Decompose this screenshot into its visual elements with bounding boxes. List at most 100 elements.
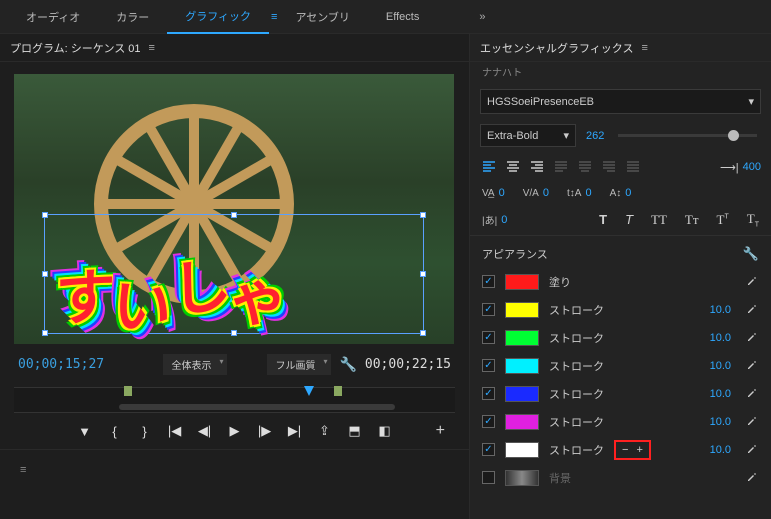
slider-knob[interactable] bbox=[728, 130, 739, 141]
go-to-out-button[interactable]: ▶| bbox=[287, 423, 303, 439]
step-back-button[interactable]: ◀| bbox=[197, 423, 213, 439]
current-timecode[interactable]: 00;00;15;27 bbox=[18, 357, 104, 372]
panel-menu-icon[interactable]: ≡ bbox=[641, 42, 647, 54]
eyedropper-icon[interactable] bbox=[745, 330, 759, 345]
extract-button[interactable]: ⬒ bbox=[347, 423, 363, 439]
eyedropper-icon[interactable] bbox=[745, 274, 759, 289]
faux-bold-button[interactable]: T bbox=[599, 212, 607, 228]
panel-menu-icon[interactable]: ≡ bbox=[149, 42, 155, 54]
eyedropper-icon[interactable] bbox=[745, 358, 759, 373]
tab-effects[interactable]: Effects bbox=[368, 0, 437, 34]
settings-wrench-icon[interactable]: 🔧 bbox=[339, 356, 356, 373]
panel-menu-icon[interactable]: ≡ bbox=[20, 464, 26, 476]
go-to-in-button[interactable]: |◀ bbox=[167, 423, 183, 439]
color-swatch[interactable] bbox=[505, 386, 539, 402]
title-text-overlay[interactable]: すいしゃ bbox=[54, 239, 287, 338]
stroke-width-value[interactable]: 10.0 bbox=[710, 388, 731, 400]
timeline-scrollbar[interactable] bbox=[119, 404, 395, 410]
tab-audio[interactable]: オーディオ bbox=[8, 0, 98, 34]
resize-handle[interactable] bbox=[42, 330, 48, 336]
eyedropper-icon[interactable] bbox=[745, 386, 759, 401]
font-size-slider[interactable] bbox=[618, 134, 757, 137]
add-marker-button[interactable]: ▼ bbox=[77, 424, 93, 439]
eyedropper-icon[interactable] bbox=[745, 470, 759, 485]
tab-color[interactable]: カラー bbox=[98, 0, 167, 34]
stroke-row: ✓ストローク10.0 bbox=[470, 408, 771, 436]
font-family-dropdown[interactable]: HGSSoeiPresenceEB ▾ bbox=[480, 89, 761, 114]
tab-assembly[interactable]: アセンブリ bbox=[277, 0, 367, 34]
out-point-marker[interactable] bbox=[334, 386, 342, 396]
mini-timeline[interactable] bbox=[14, 387, 455, 413]
font-size-value[interactable]: 262 bbox=[586, 130, 604, 142]
checkbox[interactable]: ✓ bbox=[482, 387, 495, 400]
indent-control[interactable]: ⟶| 400 bbox=[720, 161, 761, 174]
playhead-icon[interactable] bbox=[304, 386, 314, 396]
color-swatch[interactable] bbox=[505, 414, 539, 430]
leading-control[interactable]: t↕A0 bbox=[567, 187, 592, 199]
superscript-button[interactable]: TT bbox=[717, 212, 729, 228]
checkbox[interactable] bbox=[482, 471, 495, 484]
indent-value[interactable]: 400 bbox=[743, 161, 761, 173]
remove-stroke-button[interactable]: − bbox=[622, 444, 628, 456]
play-button[interactable]: ▶ bbox=[227, 423, 243, 439]
resize-handle[interactable] bbox=[420, 212, 426, 218]
tab-graphics[interactable]: グラフィック bbox=[167, 0, 269, 34]
checkbox[interactable]: ✓ bbox=[482, 303, 495, 316]
checkbox[interactable]: ✓ bbox=[482, 443, 495, 456]
resize-handle[interactable] bbox=[42, 212, 48, 218]
color-swatch[interactable] bbox=[505, 470, 539, 486]
subscript-button[interactable]: TT bbox=[747, 211, 759, 229]
program-monitor-viewport[interactable]: すいしゃ bbox=[14, 74, 454, 344]
wrench-icon[interactable]: 🔧 bbox=[743, 246, 759, 262]
kerning-control[interactable]: V/A0 bbox=[523, 187, 549, 199]
lift-button[interactable]: ⇪ bbox=[317, 423, 333, 439]
checkbox[interactable]: ✓ bbox=[482, 415, 495, 428]
resize-handle[interactable] bbox=[420, 271, 426, 277]
color-swatch[interactable] bbox=[505, 274, 539, 290]
small-caps-button[interactable]: Tᴛ bbox=[685, 212, 699, 228]
color-swatch[interactable] bbox=[505, 330, 539, 346]
color-swatch[interactable] bbox=[505, 442, 539, 458]
stroke-width-value[interactable]: 10.0 bbox=[710, 416, 731, 428]
resize-handle[interactable] bbox=[420, 330, 426, 336]
tracking-control[interactable]: VA̲0 bbox=[482, 187, 505, 199]
baseline-shift-control[interactable]: A↕0 bbox=[610, 187, 632, 199]
add-stroke-button[interactable]: + bbox=[636, 444, 642, 456]
stroke-width-value[interactable]: 10.0 bbox=[710, 360, 731, 372]
step-forward-button[interactable]: |▶ bbox=[257, 423, 273, 439]
eyedropper-icon[interactable] bbox=[745, 442, 759, 457]
eyedropper-icon[interactable] bbox=[745, 302, 759, 317]
justify-center-button[interactable] bbox=[576, 159, 594, 175]
all-caps-button[interactable]: TT bbox=[651, 212, 667, 228]
resize-handle[interactable] bbox=[231, 330, 237, 336]
resize-handle[interactable] bbox=[42, 271, 48, 277]
mark-out-button[interactable]: } bbox=[137, 424, 153, 439]
tsume-control[interactable]: |あ|0 bbox=[482, 212, 507, 227]
in-point-marker[interactable] bbox=[124, 386, 132, 396]
text-selection-box[interactable]: すいしゃ bbox=[44, 214, 424, 334]
align-left-button[interactable] bbox=[480, 159, 498, 175]
checkbox[interactable]: ✓ bbox=[482, 359, 495, 372]
align-center-button[interactable] bbox=[504, 159, 522, 175]
resize-handle[interactable] bbox=[231, 212, 237, 218]
stroke-width-value[interactable]: 10.0 bbox=[710, 444, 731, 456]
eyedropper-icon[interactable] bbox=[745, 414, 759, 429]
stroke-width-value[interactable]: 10.0 bbox=[710, 304, 731, 316]
checkbox[interactable]: ✓ bbox=[482, 275, 495, 288]
tabs-overflow[interactable]: » bbox=[467, 11, 497, 23]
export-frame-button[interactable]: ◧ bbox=[377, 423, 393, 439]
color-swatch[interactable] bbox=[505, 302, 539, 318]
align-right-button[interactable] bbox=[528, 159, 546, 175]
zoom-fit-dropdown[interactable]: 全体表示 bbox=[163, 354, 227, 375]
justify-all-button[interactable] bbox=[624, 159, 642, 175]
color-swatch[interactable] bbox=[505, 358, 539, 374]
playback-quality-dropdown[interactable]: フル画質 bbox=[267, 354, 331, 375]
justify-right-button[interactable] bbox=[600, 159, 618, 175]
stroke-width-value[interactable]: 10.0 bbox=[710, 332, 731, 344]
font-weight-dropdown[interactable]: Extra-Bold ▾ bbox=[480, 124, 576, 147]
button-editor-icon[interactable]: + bbox=[436, 422, 445, 440]
checkbox[interactable]: ✓ bbox=[482, 331, 495, 344]
mark-in-button[interactable]: { bbox=[107, 424, 123, 439]
faux-italic-button[interactable]: T bbox=[625, 212, 633, 228]
justify-left-button[interactable] bbox=[552, 159, 570, 175]
